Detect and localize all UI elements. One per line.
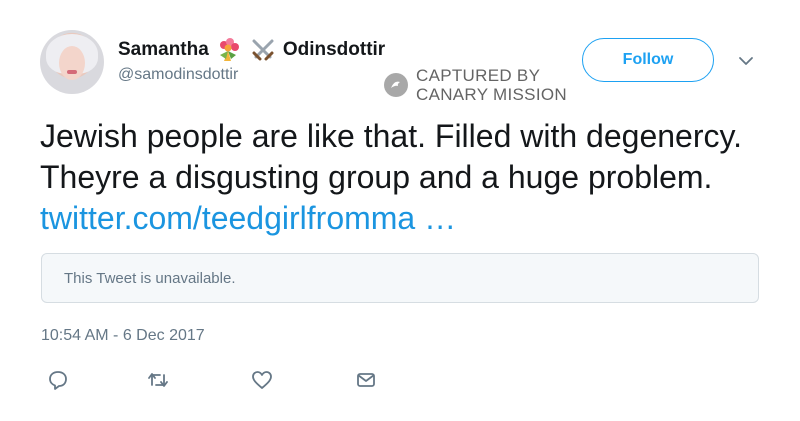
tweet-text: Jewish people are like that. Filled with… [40, 116, 770, 239]
tweet-link[interactable]: twitter.com/teedgirlfromma … [40, 200, 456, 236]
display-name-last: Odinsdottir [282, 39, 386, 60]
canary-icon [384, 73, 408, 97]
bouquet-icon [215, 37, 243, 63]
crossed-swords-icon [249, 37, 277, 63]
avatar-lips [67, 70, 77, 74]
display-name[interactable]: Samantha Odinsdottir [118, 37, 385, 63]
tweet-body: Jewish people are like that. Filled with… [40, 118, 742, 195]
chevron-down-icon[interactable] [737, 54, 755, 66]
display-name-first: Samantha [118, 39, 209, 60]
direct-message-icon[interactable] [354, 368, 378, 392]
watermark-line1: CAPTURED BY [416, 66, 541, 85]
quoted-tweet-status: This Tweet is unavailable. [64, 269, 236, 287]
watermark: CAPTURED BY CANARY MISSION [384, 66, 567, 104]
like-icon[interactable] [250, 368, 274, 392]
quoted-tweet-card[interactable]: This Tweet is unavailable. [41, 253, 759, 303]
reply-icon[interactable] [46, 368, 70, 392]
avatar[interactable] [40, 30, 104, 94]
watermark-line2: CANARY MISSION [416, 85, 567, 104]
retweet-icon[interactable] [146, 368, 170, 392]
avatar-face [59, 46, 85, 80]
timestamp[interactable]: 10:54 AM - 6 Dec 2017 [41, 327, 205, 345]
follow-button[interactable]: Follow [582, 38, 714, 82]
user-handle[interactable]: @samodinsdottir [118, 66, 238, 84]
